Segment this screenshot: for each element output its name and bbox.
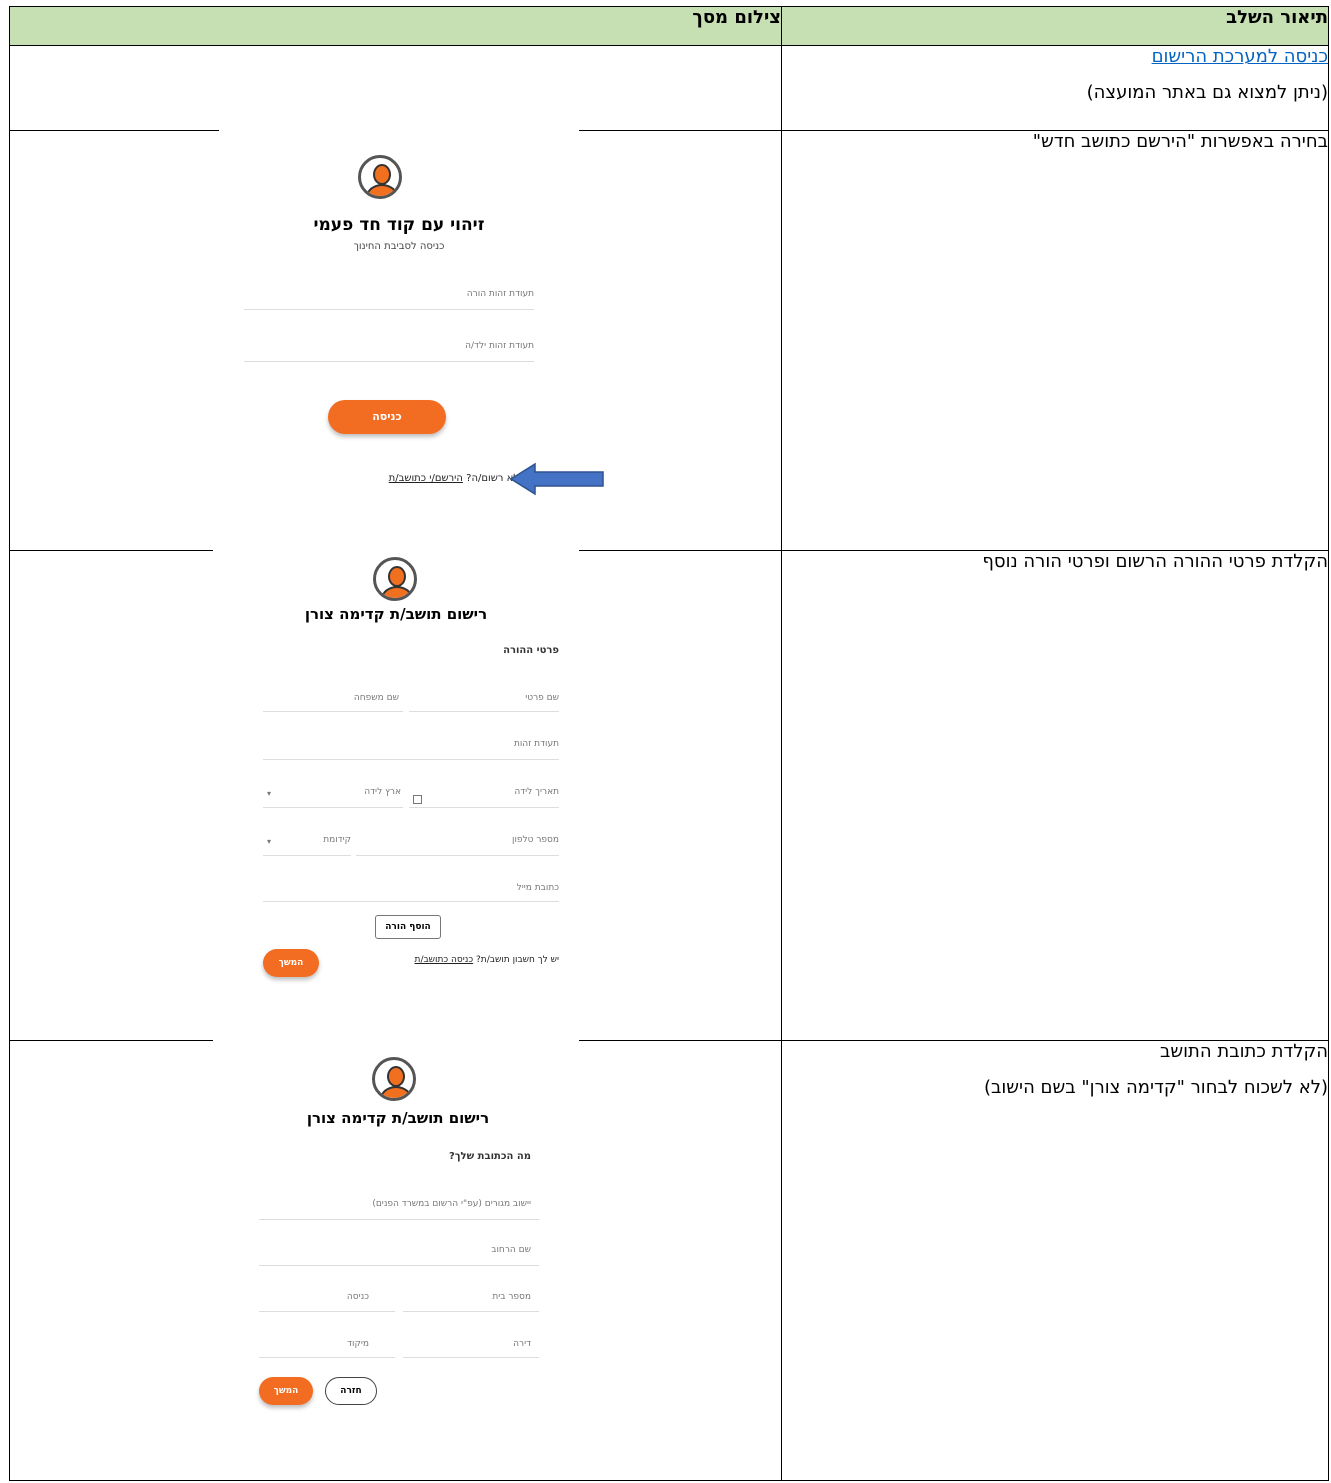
step-note: (ניתן למצוא גם באתר המועצה)	[1086, 81, 1328, 103]
step-description: בחירה באפשרות "הירשם כתושב חדש"	[1032, 131, 1328, 152]
first-name-label: שם פרטי	[525, 693, 559, 703]
step-description: הקלדת פרטי ההורה הרשום ופרטי הורה נוסף	[982, 551, 1328, 572]
entrance-label: כניסה	[346, 1292, 369, 1302]
login-screenshot: זיהוי עם קוד חד פעמי כניסה לסביבת החינוך…	[219, 129, 604, 547]
registration-title: רישום תושב/ת קדימה צורן	[306, 1109, 490, 1127]
step-note: (לא לשכוח לבחור "קדימה צורן" בשם הישוב)	[983, 1076, 1328, 1098]
entrance-input[interactable]	[259, 1311, 395, 1312]
calendar-icon[interactable]	[413, 795, 422, 804]
apartment-label: דירה	[513, 1339, 531, 1349]
user-avatar-icon	[358, 155, 402, 199]
birth-country-label: ארץ לידה	[364, 787, 401, 797]
email-label: כתובת מייל	[516, 883, 559, 893]
header-step-description: תיאור השלב	[781, 6, 1329, 46]
user-avatar-icon	[373, 557, 417, 601]
id-number-label: תעודת זהות	[513, 739, 559, 749]
birth-date-input[interactable]	[409, 807, 559, 808]
first-name-input[interactable]	[409, 711, 559, 712]
birth-country-select[interactable]	[263, 807, 403, 808]
table-row: הקלדת פרטי ההורה הרשום ופרטי הורה נוסף ר…	[9, 549, 1329, 1044]
house-number-input[interactable]	[403, 1311, 539, 1312]
step-description-cell: בחירה באפשרות "הירשם כתושב חדש"	[781, 130, 1329, 551]
chevron-down-icon[interactable]: ▾	[267, 789, 271, 798]
house-number-label: מספר בית	[492, 1292, 531, 1302]
last-name-input[interactable]	[263, 711, 403, 712]
table-row: בחירה באפשרות "הירשם כתושב חדש" זיהוי עם…	[9, 129, 1329, 551]
address-screenshot: רישום תושב/ת קדימה צורן מה הכתובת שלך? י…	[229, 1039, 567, 1477]
registration-title: רישום תושב/ת קדימה צורן	[304, 605, 488, 623]
back-button[interactable]: חזרה	[325, 1377, 377, 1405]
parent-id-label: תעודת זהות הורה	[466, 289, 534, 299]
header-row: תיאור השלב צילום מסך	[9, 6, 1329, 46]
step-description-cell: כניסה למערכת הרישום (ניתן למצוא גם באתר …	[781, 45, 1329, 131]
step-description-cell: הקלדת פרטי ההורה הרשום ופרטי הורה נוסף	[781, 550, 1329, 1041]
phone-label: מספר טלפון	[512, 835, 559, 845]
birth-date-label: תאריך לידה	[514, 787, 559, 797]
has-account-text: יש לך חשבון תושב/ת?	[476, 955, 559, 965]
step-description: הקלדת כתובת התושב	[1159, 1041, 1328, 1062]
continue-button[interactable]: המשך	[259, 1377, 313, 1405]
child-id-label: תעודת זהות ילד/ה	[465, 341, 534, 351]
last-name-label: שם משפחה	[353, 693, 399, 703]
register-prompt: לא רשום/ה? הירשם/י כתושב/ת	[389, 473, 519, 484]
chevron-down-icon[interactable]: ▾	[267, 837, 271, 846]
step-description-cell: הקלדת כתובת התושב (לא לשכוח לבחור "קדימה…	[781, 1040, 1329, 1481]
street-label: שם הרחוב	[491, 1245, 531, 1255]
email-input[interactable]	[263, 901, 559, 902]
apartment-input[interactable]	[403, 1357, 539, 1358]
continue-button[interactable]: המשך	[263, 949, 319, 977]
parent-details-screenshot: רישום תושב/ת קדימה צורן פרטי ההורה שם פר…	[213, 549, 579, 1044]
prefix-select[interactable]	[263, 855, 351, 856]
table-row: הקלדת כתובת התושב (לא לשכוח לבחור "קדימה…	[9, 1039, 1329, 1481]
screenshot-cell	[9, 45, 782, 131]
phone-input[interactable]	[356, 855, 559, 856]
register-new-resident-link[interactable]: הירשם/י כתושב/ת	[389, 473, 463, 484]
prefix-label: קידומת	[323, 835, 351, 845]
blue-arrow-icon	[509, 462, 604, 496]
parent-id-input[interactable]	[244, 309, 534, 310]
header-screenshot: צילום מסך	[9, 6, 782, 46]
table-row: כניסה למערכת הרישום (ניתן למצוא גם באתר …	[9, 45, 1329, 131]
login-title: זיהוי עם קוד חד פעמי	[313, 215, 485, 235]
street-input[interactable]	[259, 1265, 539, 1266]
id-number-input[interactable]	[263, 759, 559, 760]
screenshot-cell: רישום תושב/ת קדימה צורן פרטי ההורה שם פר…	[9, 549, 782, 1044]
login-subtitle: כניסה לסביבת החינוך	[353, 241, 445, 252]
registration-link[interactable]: כניסה למערכת הרישום	[1152, 46, 1328, 67]
has-account-prompt: יש לך חשבון תושב/ת? כניסה כתושב/ת	[415, 955, 559, 965]
zip-input[interactable]	[259, 1357, 395, 1358]
login-button[interactable]: כניסה	[328, 400, 446, 434]
child-id-input[interactable]	[244, 361, 534, 362]
add-parent-button[interactable]: הוסף הורה	[375, 915, 441, 939]
screenshot-cell: רישום תושב/ת קדימה צורן מה הכתובת שלך? י…	[9, 1039, 782, 1481]
resident-login-link[interactable]: כניסה כתושב/ת	[415, 955, 474, 965]
settlement-input[interactable]	[259, 1219, 539, 1220]
parent-details-heading: פרטי ההורה	[503, 645, 559, 656]
user-avatar-icon	[372, 1057, 416, 1101]
address-heading: מה הכתובת שלך?	[448, 1151, 531, 1162]
screenshot-cell: זיהוי עם קוד חד פעמי כניסה לסביבת החינוך…	[9, 129, 782, 551]
settlement-label: יישוב מגורים (עפ"י הרשום במשרד הפנים)	[372, 1199, 531, 1209]
zip-label: מיקוד	[347, 1339, 369, 1349]
steps-table: תיאור השלב צילום מסך כניסה למערכת הרישום…	[9, 6, 1329, 1481]
